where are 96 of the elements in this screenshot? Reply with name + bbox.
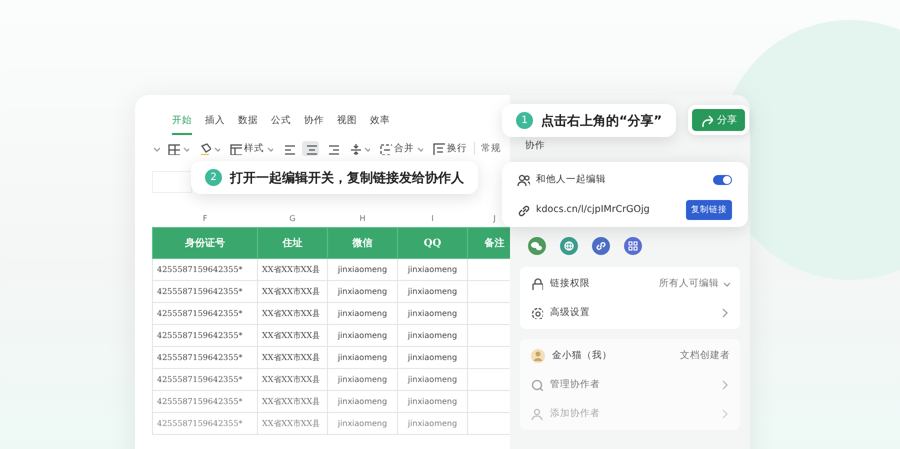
table-cell: XX省XX市XX县 bbox=[258, 412, 328, 434]
table-cell: XX省XX市XX县 bbox=[258, 280, 328, 302]
header-cell: 住址 bbox=[258, 228, 328, 258]
menu-tab[interactable]: 数据 bbox=[238, 113, 258, 133]
menu-tab[interactable]: 效率 bbox=[370, 113, 390, 133]
table-cell: XX省XX市XX县 bbox=[258, 324, 328, 346]
table-cell: jinxiaomeng bbox=[398, 412, 468, 434]
avatar-icon bbox=[530, 348, 545, 363]
cell-name-field[interactable] bbox=[152, 171, 192, 193]
chevron-right-icon bbox=[720, 308, 730, 318]
chat-bubbles-icon[interactable] bbox=[528, 237, 546, 255]
share-button[interactable]: 分享 bbox=[692, 109, 745, 131]
link-permission-label: 链接权限 bbox=[550, 277, 591, 290]
table-cell: jinxiaomeng bbox=[398, 346, 468, 368]
edit-together-label: 和他人一起编辑 bbox=[536, 173, 607, 186]
table-cell: 4255587159642355* bbox=[152, 368, 258, 390]
table-cell: jinxiaomeng bbox=[328, 280, 398, 302]
caret-icon bbox=[416, 145, 423, 152]
owner-name: 金小猫（我） bbox=[552, 349, 613, 362]
menu-tab[interactable]: 视图 bbox=[337, 113, 357, 133]
edit-together-toggle[interactable] bbox=[713, 174, 732, 184]
table-cell: jinxiaomeng bbox=[398, 302, 468, 324]
globe-icon[interactable] bbox=[560, 237, 578, 255]
table-cell: 4255587159642355* bbox=[152, 302, 258, 324]
advanced-settings-item[interactable]: 高级设置 bbox=[550, 306, 713, 319]
table-cell: jinxiaomeng bbox=[328, 390, 398, 412]
menu-tab[interactable]: 插入 bbox=[205, 113, 225, 133]
link-icon[interactable] bbox=[592, 237, 610, 255]
toolbar-button[interactable] bbox=[302, 141, 319, 156]
table-style-icon bbox=[229, 142, 242, 155]
table-cell: jinxiaomeng bbox=[328, 368, 398, 390]
column-letter: G bbox=[289, 214, 296, 222]
chevron-right-icon bbox=[720, 380, 730, 390]
caret-icon bbox=[266, 145, 273, 152]
gear-icon bbox=[530, 306, 543, 319]
step-text: 打开一起编辑开关，复制链接发给协作人 bbox=[230, 170, 464, 186]
lock-icon bbox=[530, 277, 543, 290]
toolbar-button[interactable]: 样式 bbox=[227, 141, 275, 156]
table-cell: jinxiaomeng bbox=[398, 280, 468, 302]
permission-dropdown[interactable]: 所有人可编辑 bbox=[659, 277, 730, 290]
table-cell: jinxiaomeng bbox=[398, 324, 468, 346]
caret-icon bbox=[213, 145, 220, 152]
paint-bucket-icon bbox=[198, 142, 211, 155]
column-letter: J bbox=[493, 214, 496, 222]
table-cell: jinxiaomeng bbox=[328, 302, 398, 324]
share-link[interactable]: kdocs.cn/l/cjpIMrCrGOjg bbox=[536, 204, 680, 215]
wrap-text-icon bbox=[432, 142, 445, 155]
caret-icon bbox=[722, 280, 730, 288]
table-cell: jinxiaomeng bbox=[398, 368, 468, 390]
table-cell: XX省XX市XX县 bbox=[258, 258, 328, 280]
number-format-button[interactable]: 常规 bbox=[474, 142, 501, 155]
table-cell: jinxiaomeng bbox=[328, 412, 398, 434]
column-letter: F bbox=[202, 214, 208, 222]
person-icon bbox=[530, 407, 543, 420]
table-cell: jinxiaomeng bbox=[398, 258, 468, 280]
table-cell: 4255587159642355* bbox=[152, 412, 258, 434]
caret-icon bbox=[363, 145, 370, 152]
header-cell: 微信 bbox=[328, 228, 398, 258]
table-cell: XX省XX市XX县 bbox=[258, 368, 328, 390]
share-icon bbox=[700, 114, 713, 126]
owner-role: 文档创建者 bbox=[680, 349, 730, 362]
table-cell: jinxiaomeng bbox=[328, 324, 398, 346]
collaborator-action[interactable]: 管理协作者 bbox=[550, 378, 713, 391]
people-icon bbox=[516, 172, 530, 186]
panel-title: 协作 bbox=[525, 139, 546, 152]
header-cell: 身份证号 bbox=[152, 228, 258, 258]
table-cell: 4255587159642355* bbox=[152, 280, 258, 302]
qr-code-icon[interactable] bbox=[624, 237, 642, 255]
step-number: 2 bbox=[205, 169, 222, 186]
step-number: 1 bbox=[516, 112, 533, 129]
vertical-align-icon bbox=[348, 142, 361, 155]
caret-icon[interactable] bbox=[152, 144, 160, 152]
column-letter: I bbox=[431, 214, 434, 222]
grid-icon bbox=[167, 142, 180, 155]
menu-tab[interactable]: 公式 bbox=[271, 113, 291, 133]
table-cell: XX省XX市XX县 bbox=[258, 346, 328, 368]
menu-tab[interactable]: 协作 bbox=[304, 113, 324, 133]
step-text: 点击右上角的“分享” bbox=[541, 112, 662, 130]
chevron-right-icon bbox=[720, 408, 730, 418]
caret-icon bbox=[182, 145, 189, 152]
table-cell: 4255587159642355* bbox=[152, 390, 258, 412]
toolbar-button[interactable]: 换行 bbox=[430, 141, 469, 156]
table-cell: 4255587159642355* bbox=[152, 324, 258, 346]
table-cell: XX省XX市XX县 bbox=[258, 390, 328, 412]
table-cell: XX省XX市XX县 bbox=[258, 302, 328, 324]
user-search-icon bbox=[530, 378, 543, 391]
table-cell: 4255587159642355* bbox=[152, 258, 258, 280]
table-cell: jinxiaomeng bbox=[328, 258, 398, 280]
table-cell: jinxiaomeng bbox=[398, 390, 468, 412]
toolbar-button[interactable]: 合并 bbox=[377, 141, 425, 156]
merge-cells-icon bbox=[379, 142, 392, 155]
column-letter: H bbox=[359, 214, 366, 222]
copy-link-button[interactable]: 复制链接 bbox=[686, 200, 732, 220]
table-cell: jinxiaomeng bbox=[328, 346, 398, 368]
table-cell: 4255587159642355* bbox=[152, 346, 258, 368]
header-cell: QQ bbox=[398, 228, 468, 258]
